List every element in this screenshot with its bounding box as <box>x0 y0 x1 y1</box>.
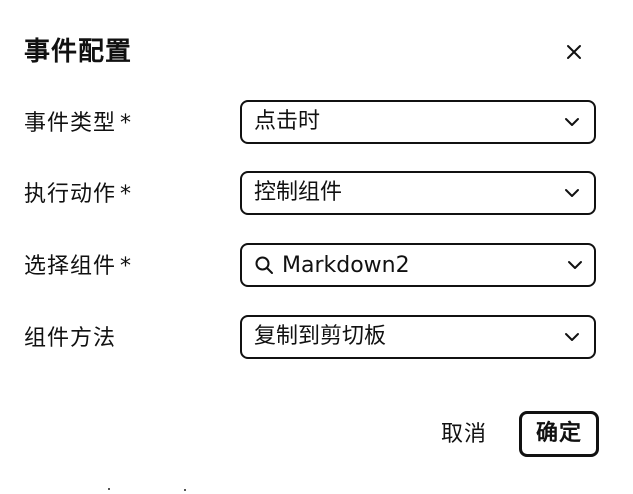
artifact-dot <box>108 488 110 490</box>
confirm-button[interactable]: 确定 <box>519 411 599 457</box>
action-label: 执行动作 * <box>24 171 132 219</box>
component-search-input[interactable] <box>274 247 556 283</box>
chevron-down-icon <box>550 173 594 213</box>
required-mark: * <box>120 182 133 207</box>
action-label-text: 执行动作 <box>24 182 117 207</box>
dialog-title: 事件配置 <box>24 37 133 67</box>
form-row-component: 选择组件 * <box>0 243 633 291</box>
required-mark: * <box>120 111 133 136</box>
chevron-down-icon <box>550 102 594 142</box>
form-row-action: 执行动作 * 控制组件 <box>0 171 633 219</box>
event-type-select[interactable]: 点击时 <box>240 100 596 144</box>
method-value: 复制到剪切板 <box>254 324 387 349</box>
form-row-event-type: 事件类型 * 点击时 <box>0 100 633 148</box>
search-icon <box>254 255 274 275</box>
close-button[interactable] <box>556 34 592 70</box>
chevron-down-icon <box>550 317 594 357</box>
action-value: 控制组件 <box>254 180 343 205</box>
component-label: 选择组件 * <box>24 243 132 291</box>
form-row-method: 组件方法 复制到剪切板 <box>0 315 633 363</box>
method-label-text: 组件方法 <box>24 326 117 351</box>
component-select[interactable] <box>240 243 596 287</box>
event-config-dialog: 事件配置 事件类型 * 点击时 执行动作 * 控制组件 选择组件 * Markd… <box>0 0 633 494</box>
cancel-button[interactable]: 取消 <box>432 413 496 457</box>
close-icon <box>567 45 581 59</box>
action-select[interactable]: 控制组件 <box>240 171 596 215</box>
event-type-label-text: 事件类型 <box>24 111 117 136</box>
component-label-text: 选择组件 <box>24 254 117 279</box>
event-type-value: 点击时 <box>254 109 321 134</box>
required-mark: * <box>120 254 133 279</box>
method-label: 组件方法 <box>24 315 116 363</box>
chevron-down-icon <box>556 245 594 285</box>
method-select[interactable]: 复制到剪切板 <box>240 315 596 359</box>
artifact-dot <box>184 489 186 491</box>
event-type-label: 事件类型 * <box>24 100 132 148</box>
